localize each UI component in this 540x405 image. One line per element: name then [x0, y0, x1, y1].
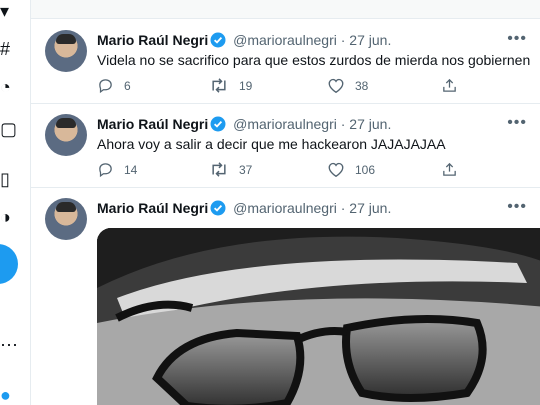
hashtag-icon[interactable]: #: [0, 40, 10, 58]
reply-icon: [97, 161, 114, 178]
author-handle[interactable]: @marioraulnegri: [233, 200, 337, 216]
tweet-actions: 6 19 38: [97, 77, 477, 97]
reply-count: 6: [124, 78, 131, 93]
tweet-header: Mario Raúl Negri @marioraulnegri · 27 ju…: [97, 199, 391, 220]
avatar[interactable]: [45, 30, 87, 72]
tweet-date[interactable]: 27 jun.: [349, 200, 391, 216]
heart-icon: [327, 161, 345, 178]
tweet-actions: 14 37 106: [97, 161, 477, 181]
author-handle[interactable]: @marioraulnegri: [233, 32, 337, 48]
verified-badge-icon: [210, 200, 226, 220]
author-name[interactable]: Mario Raúl Negri: [97, 32, 208, 48]
like-button[interactable]: 106: [327, 161, 375, 178]
sidebar-nav: ▾ # ◔ ▢ ▯ ◑ ⋯ ●: [0, 0, 30, 405]
date-separator: ·: [340, 200, 346, 216]
reply-count: 14: [124, 162, 138, 177]
profile-icon[interactable]: ◑: [0, 208, 11, 226]
more-horizontal-icon[interactable]: •••: [507, 30, 527, 48]
author-name[interactable]: Mario Raúl Negri: [97, 200, 208, 216]
like-button[interactable]: 38: [327, 77, 368, 94]
photo-illustration: [97, 228, 540, 405]
verified-badge-icon: [210, 32, 226, 52]
more-horizontal-icon[interactable]: •••: [507, 198, 527, 216]
compose-tweet-button[interactable]: [0, 244, 18, 284]
messages-icon[interactable]: ▢: [0, 120, 17, 138]
reply-button[interactable]: 6: [97, 77, 131, 94]
nav-icon-top[interactable]: ▾: [0, 2, 9, 20]
retweet-count: 37: [239, 162, 253, 177]
reply-button[interactable]: 14: [97, 161, 137, 178]
share-icon: [441, 77, 458, 94]
retweet-icon: [209, 77, 229, 94]
tweet-date[interactable]: 27 jun.: [349, 32, 391, 48]
tweet[interactable]: Mario Raúl Negri @marioraulnegri · 27 ju…: [31, 103, 540, 188]
retweet-icon: [209, 161, 229, 178]
tweet[interactable]: Mario Raúl Negri @marioraulnegri · 27 ju…: [31, 19, 540, 104]
tweet-header: Mario Raúl Negri @marioraulnegri · 27 ju…: [97, 115, 391, 136]
notifications-icon[interactable]: ◔: [0, 78, 11, 96]
tweet-text: Videla no se sacrifico para que estos zu…: [97, 52, 531, 68]
avatar[interactable]: [45, 198, 87, 240]
previous-tweet-edge: [31, 0, 540, 19]
tweet-header: Mario Raúl Negri @marioraulnegri · 27 ju…: [97, 31, 391, 52]
verified-badge-icon: [210, 116, 226, 136]
tweet-date[interactable]: 27 jun.: [349, 116, 391, 132]
avatar[interactable]: [45, 114, 87, 156]
retweet-button[interactable]: 19: [209, 77, 252, 94]
like-count: 106: [355, 162, 376, 177]
like-count: 38: [355, 78, 369, 93]
tweet-photo[interactable]: [97, 228, 540, 405]
retweet-count: 19: [239, 78, 253, 93]
reply-icon: [97, 77, 114, 94]
share-icon: [441, 161, 458, 178]
author-name[interactable]: Mario Raúl Negri: [97, 116, 208, 132]
share-button[interactable]: [441, 161, 458, 178]
author-handle[interactable]: @marioraulnegri: [233, 116, 337, 132]
more-menu-icon[interactable]: ⋯: [0, 336, 18, 354]
date-separator: ·: [340, 32, 346, 48]
account-icon[interactable]: ●: [0, 386, 11, 404]
tweet-text: Ahora voy a salir a decir que me hackear…: [97, 136, 446, 152]
retweet-button[interactable]: 37: [209, 161, 252, 178]
more-horizontal-icon[interactable]: •••: [507, 114, 527, 132]
heart-icon: [327, 77, 345, 94]
timeline: Mario Raúl Negri @marioraulnegri · 27 ju…: [30, 0, 540, 405]
date-separator: ·: [340, 116, 346, 132]
share-button[interactable]: [441, 77, 458, 94]
bookmarks-icon[interactable]: ▯: [0, 170, 10, 188]
